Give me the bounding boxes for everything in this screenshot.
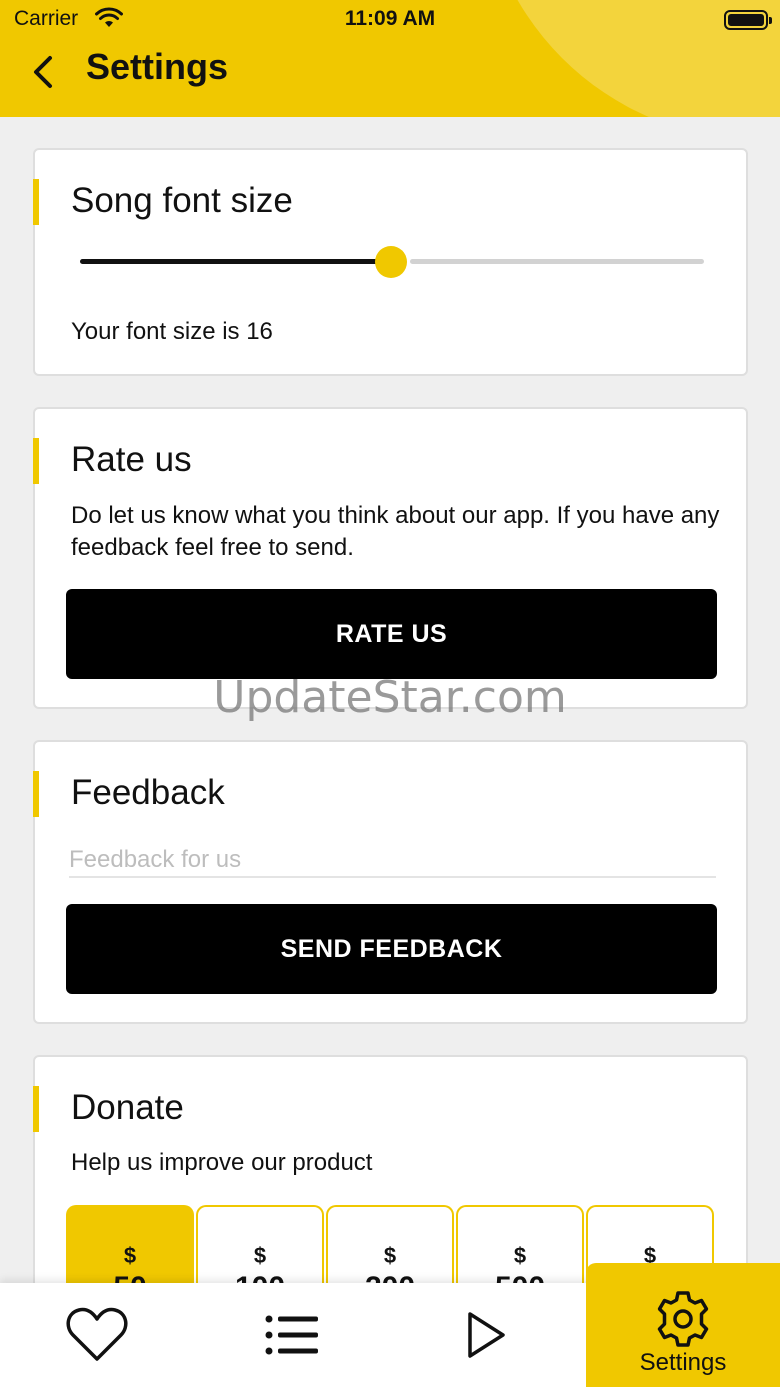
currency-symbol: $ [253, 1243, 267, 1268]
tab-play[interactable] [435, 1283, 539, 1387]
slider-track-empty[interactable] [410, 259, 704, 264]
card-accent [33, 771, 39, 817]
font-size-title: Song font size [71, 181, 293, 220]
play-icon [468, 1312, 505, 1358]
rate-description: Do let us know what you think about our … [71, 502, 720, 561]
battery-icon [724, 10, 772, 30]
font-size-card: Song font size Your font size is 16 [33, 148, 748, 376]
donate-amount-100[interactable]: $ 100 [196, 1205, 324, 1295]
tab-settings[interactable]: Settings [586, 1263, 780, 1387]
app-header: Carrier 11:09 AM Settings [0, 0, 780, 117]
currency-symbol: $ [383, 1243, 397, 1268]
font-size-slider-thumb[interactable] [375, 246, 407, 278]
donate-amount-500[interactable]: $ 500 [456, 1205, 584, 1295]
card-accent [33, 179, 39, 225]
card-accent [33, 438, 39, 484]
send-feedback-button[interactable]: SEND FEEDBACK [66, 904, 717, 994]
feedback-title: Feedback [71, 773, 225, 812]
tab-settings-label: Settings [639, 1349, 727, 1376]
heart-icon [66, 1307, 128, 1361]
feedback-input[interactable] [69, 844, 716, 878]
donate-title: Donate [71, 1088, 184, 1127]
currency-symbol: $ [123, 1243, 137, 1268]
rate-card: Rate us Do let us know what you think ab… [33, 407, 748, 709]
status-bar: Carrier 11:09 AM [0, 0, 780, 40]
donate-description: Help us improve our product [71, 1149, 373, 1176]
currency-symbol: $ [513, 1243, 527, 1268]
tab-list[interactable] [240, 1283, 344, 1387]
watermark: UpdateStar.com [213, 672, 567, 723]
slider-track-filled[interactable] [80, 259, 390, 264]
gear-icon [657, 1291, 709, 1347]
rate-title: Rate us [71, 440, 192, 479]
tab-bar: Settings [0, 1263, 780, 1387]
feedback-card: Feedback SEND FEEDBACK [33, 740, 748, 1024]
rate-us-button[interactable]: RATE US [66, 589, 717, 679]
back-arrow-icon[interactable] [28, 52, 60, 92]
list-icon [265, 1315, 318, 1355]
font-size-status: Your font size is 16 [71, 318, 273, 345]
donate-amount-200[interactable]: $ 200 [326, 1205, 454, 1295]
donate-amount-50[interactable]: $ 50 [66, 1205, 194, 1295]
card-accent [33, 1086, 39, 1132]
tab-favorites[interactable] [45, 1283, 149, 1387]
page-title: Settings [86, 46, 229, 87]
clock: 11:09 AM [344, 7, 436, 30]
